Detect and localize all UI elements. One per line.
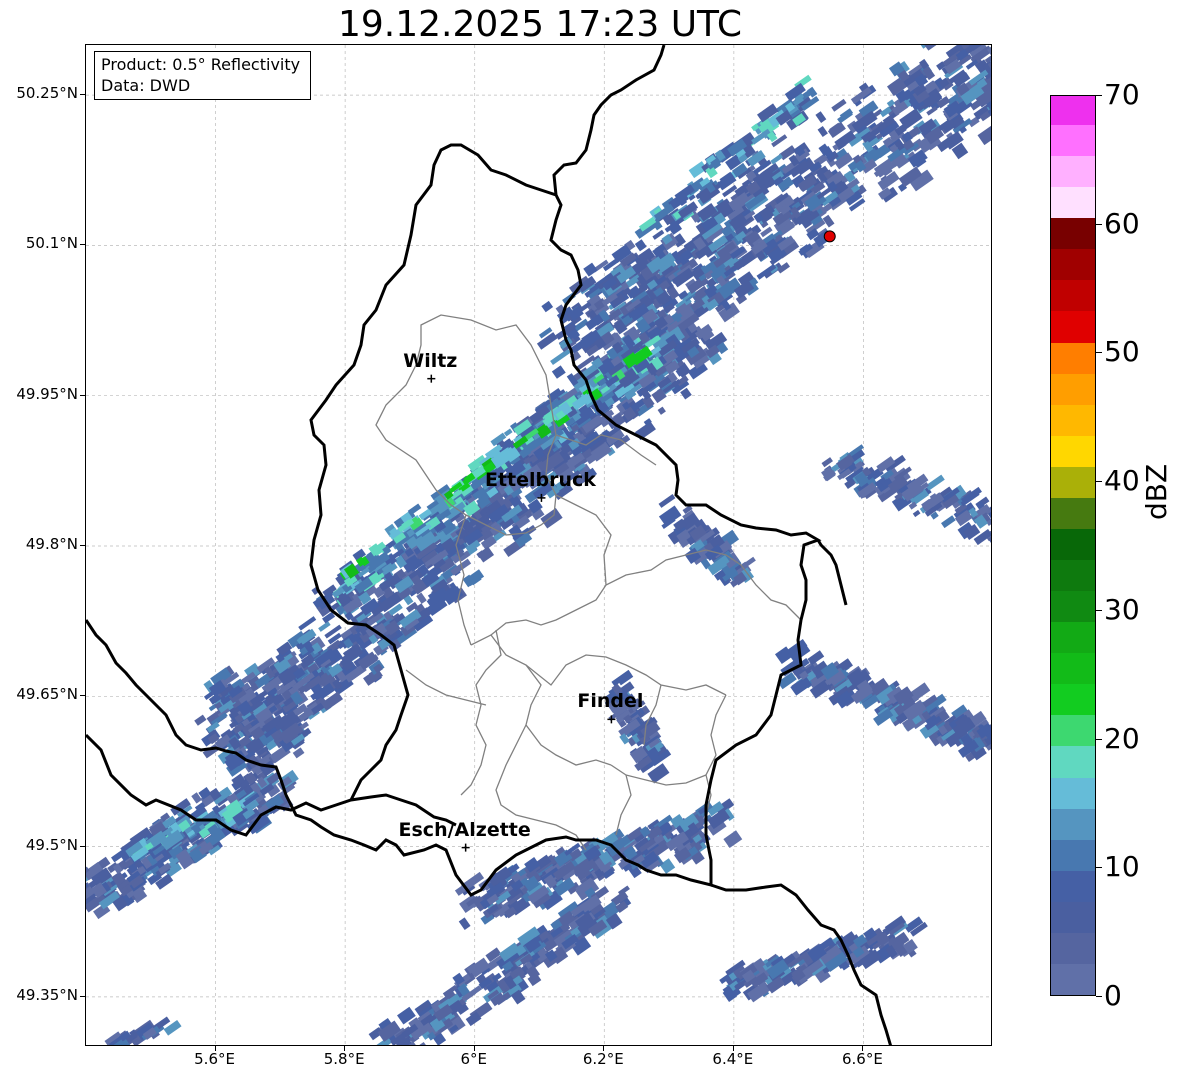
map-title: 19.12.2025 17:23 UTC [337,4,743,45]
colorbar-segment [1051,155,1095,188]
colorbar-segment [1051,559,1095,592]
lat-tick-label: 50.1°N [25,234,78,253]
map-canvas [86,45,991,1045]
lat-tick-mark [80,845,85,847]
city-marker [461,843,470,852]
city-marker [427,374,436,383]
lat-tick-mark [80,394,85,396]
colorbar-tick-mark [1096,481,1102,483]
colorbar-segment [1051,838,1095,871]
colorbar-segment [1051,279,1095,312]
colorbar-segment [1051,714,1095,747]
colorbar-tick-mark [1096,223,1102,225]
colorbar-tick-label: 0 [1104,979,1122,1012]
lat-tick-mark [80,94,85,96]
colorbar-segment [1051,962,1095,995]
lat-tick-mark [80,545,85,546]
city-label: Ettelbruck [484,468,596,491]
colorbar-segment [1051,96,1095,126]
colorbar-segment [1051,776,1095,809]
colorbar-tick-mark [1096,996,1102,997]
lon-tick-label: 5.6°E [194,1050,235,1068]
colorbar-segment [1051,869,1095,902]
lat-tick-label: 50.25°N [16,84,78,103]
colorbar-tick-label: 70 [1104,78,1140,111]
lat-tick-label: 49.95°N [16,384,78,403]
colorbar-segment [1051,248,1095,281]
city-label: Esch/Alzette [398,818,531,841]
colorbar-tick-label: 20 [1104,721,1140,755]
colorbar-segment [1051,186,1095,219]
colorbar-segment [1051,745,1095,778]
colorbar-segment [1051,124,1095,157]
colorbar-tick-mark [1096,867,1102,869]
lon-tick-mark [603,1046,605,1051]
colorbar-tick-label: 60 [1104,206,1140,240]
colorbar-label: dBZ [1140,463,1173,520]
colorbar-segment [1051,465,1095,498]
colorbar-segment [1051,683,1095,716]
lon-tick-label: 6°E [460,1050,487,1068]
city-label: Findel [577,690,644,713]
lat-tick-label: 49.35°N [16,985,78,1004]
radar-echoes [86,45,991,1045]
colorbar-segment [1051,931,1095,964]
lat-tick-mark [80,995,85,997]
colorbar-segment [1051,434,1095,467]
colorbar-segment [1051,372,1095,405]
city-label: Wiltz [403,349,458,372]
colorbar-segment [1051,310,1095,343]
colorbar-tick-mark [1096,738,1102,740]
colorbar-tick-label: 50 [1104,335,1140,369]
colorbar-tick-mark [1096,352,1102,354]
colorbar-segment [1051,496,1095,529]
colorbar-segment [1051,621,1095,654]
radar-map[interactable] [85,44,992,1046]
colorbar-tick-label: 10 [1104,850,1140,884]
lon-tick-label: 6.6°E [842,1050,883,1068]
data-source-label: Data: DWD [101,76,191,95]
lat-tick-label: 49.8°N [25,535,78,553]
lon-tick-mark [214,1046,216,1051]
colorbar-segment [1051,807,1095,840]
lon-tick-mark [344,1046,346,1051]
colorbar-segment [1051,341,1095,374]
dbz-colorbar [1050,95,1096,996]
colorbar-segment [1051,527,1095,561]
colorbar-tick-label: 30 [1104,592,1140,626]
lon-tick-mark [732,1046,734,1051]
product-label: Product: 0.5° Reflectivity [101,55,301,74]
colorbar-segment [1051,900,1095,933]
product-info-box: Product: 0.5° Reflectivity Data: DWD [94,51,311,100]
colorbar-segment [1051,217,1095,250]
colorbar-segment [1051,590,1095,623]
colorbar-segment [1051,652,1095,685]
lat-tick-label: 49.5°N [25,835,78,854]
lat-tick-mark [80,695,85,697]
colorbar-segment [1051,403,1095,436]
lon-tick-label: 6.2°E [582,1050,624,1068]
lat-tick-label: 49.65°N [16,685,78,704]
lon-tick-mark [862,1046,864,1051]
colorbar-tick-mark [1096,95,1102,96]
colorbar-tick-label: 40 [1104,464,1140,498]
lon-tick-label: 5.8°E [323,1050,365,1068]
lon-tick-mark [473,1046,475,1051]
lon-tick-label: 6.4°E [712,1050,754,1068]
radar-site-marker [823,230,836,243]
colorbar-tick-mark [1096,609,1102,611]
lat-tick-mark [80,244,85,246]
